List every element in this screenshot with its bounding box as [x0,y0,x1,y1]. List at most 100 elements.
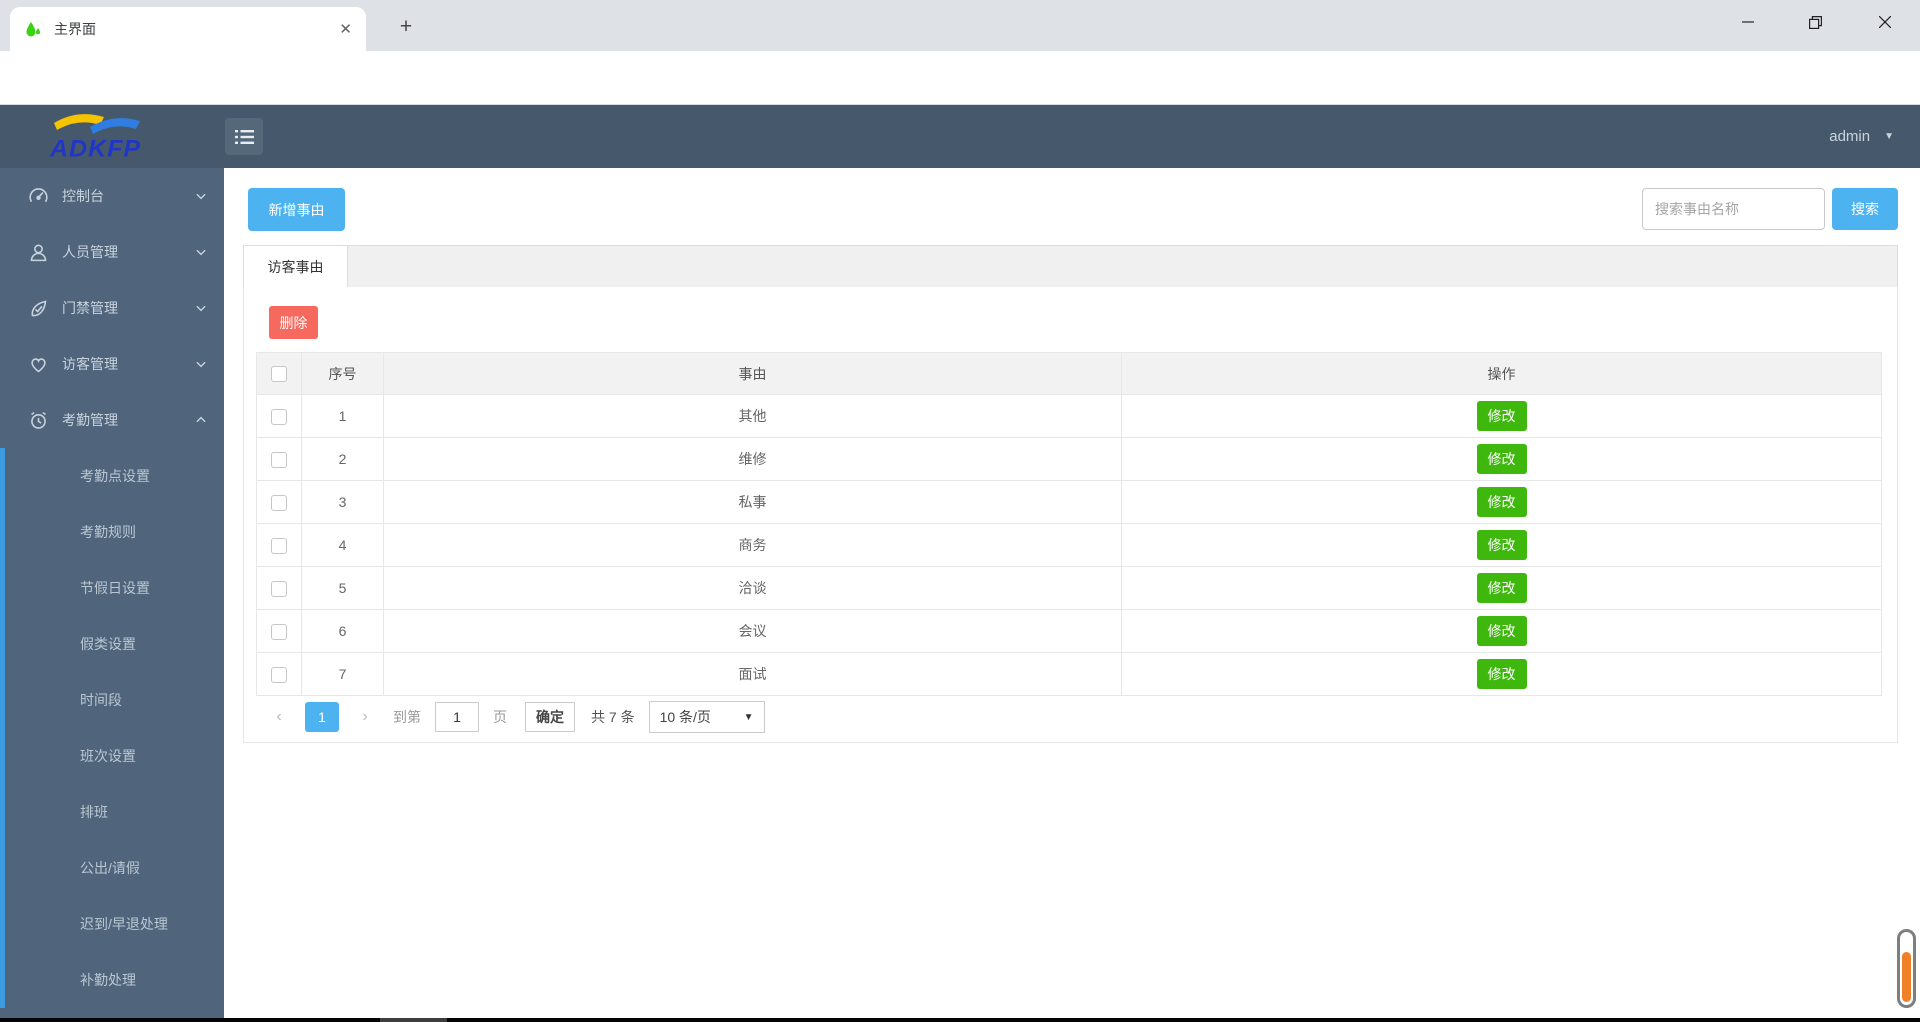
row-no: 5 [301,566,384,610]
row-no: 7 [301,652,384,696]
window-close-button[interactable] [1862,0,1908,44]
row-no: 1 [301,394,384,438]
scrollbar-widget[interactable] [1897,929,1916,1008]
screen-bottom-edge [0,1018,1920,1022]
submenu-item-makeup-handling[interactable]: 补勤处理 [0,952,224,1008]
row-checkbox[interactable] [271,451,287,468]
column-header-action: 操作 [1121,352,1882,395]
submenu-item-late-early-handling[interactable]: 迟到/早退处理 [0,896,224,952]
sidebar-item-console[interactable]: 控制台 [0,168,224,224]
sidebar-item-access-control[interactable]: 门禁管理 [0,280,224,336]
search-input[interactable] [1642,188,1825,230]
chevron-up-icon [196,416,206,423]
search-button[interactable]: 搜索 [1832,188,1898,230]
row-reason: 面试 [383,652,1122,696]
chevron-down-icon [196,305,206,312]
table-row: 3 私事 修改 [256,480,1882,524]
row-checkbox[interactable] [271,537,287,554]
tab-title: 主界面 [54,21,96,37]
submenu-item-leave-types[interactable]: 假类设置 [0,616,224,672]
row-no: 3 [301,480,384,524]
sidebar-item-personnel[interactable]: 人员管理 [0,224,224,280]
row-checkbox[interactable] [271,494,287,511]
table-row: 5 洽谈 修改 [256,566,1882,610]
table-row: 7 面试 修改 [256,652,1882,696]
row-no: 2 [301,437,384,481]
select-all-checkbox[interactable] [271,366,287,383]
prev-page-icon[interactable]: ‹ [269,708,289,726]
edit-button[interactable]: 修改 [1476,573,1527,603]
scrollbar-thumb[interactable] [1902,952,1911,1002]
new-tab-button[interactable]: + [392,13,420,41]
row-reason: 维修 [383,437,1122,481]
current-page-button[interactable]: 1 [305,702,339,732]
sidebar-item-label: 考勤管理 [62,412,118,428]
submenu-item-holiday-settings[interactable]: 节假日设置 [0,560,224,616]
edit-button[interactable]: 修改 [1476,659,1527,689]
row-reason: 其他 [383,394,1122,438]
dashboard-icon [27,185,49,207]
edit-button[interactable]: 修改 [1476,616,1527,646]
select-arrow-icon: ▼ [743,711,754,723]
table-row: 2 维修 修改 [256,437,1882,481]
row-checkbox[interactable] [271,666,287,683]
page-number-input[interactable] [435,702,479,732]
browser-tab[interactable]: 主界面 ✕ [10,7,366,51]
browser-tab-strip: 主界面 ✕ + [0,0,1920,51]
delete-button[interactable]: 删除 [269,306,318,339]
chevron-down-icon [196,361,206,368]
add-reason-button[interactable]: 新增事由 [248,188,345,231]
edit-button[interactable]: 修改 [1476,530,1527,560]
username: admin [1829,128,1871,145]
edit-button[interactable]: 修改 [1476,487,1527,517]
visitor-reason-panel: 删除 序号 事由 操作 1 其他 修改 2 维修 修改 3 私事 修改 4 商务… [243,287,1898,743]
submenu-item-scheduling[interactable]: 排班 [0,784,224,840]
chevron-down-icon [196,193,206,200]
tab-close-icon[interactable]: ✕ [339,20,352,38]
row-reason: 商务 [383,523,1122,567]
row-reason: 会议 [383,609,1122,653]
access-check-icon [27,297,49,319]
page-size-select[interactable]: 10 条/页 ▼ [648,701,765,733]
window-restore-button[interactable] [1792,0,1838,44]
goto-page-label: 到第 [393,709,421,725]
next-page-icon[interactable]: › [355,708,375,726]
main-content: 新增事由 搜索 访客事由 删除 序号 事由 操作 1 其他 修改 [224,168,1920,1018]
row-reason: 洽谈 [383,566,1122,610]
edit-button[interactable]: 修改 [1476,444,1527,474]
pagination: ‹ 1 › 到第 页 确定 共 7 条 10 条/页 ▼ [269,701,765,733]
edit-button[interactable]: 修改 [1476,401,1527,431]
sidebar-item-visitor[interactable]: 访客管理 [0,336,224,392]
submenu-item-time-periods[interactable]: 时间段 [0,672,224,728]
page-unit-label: 页 [493,709,507,725]
row-no: 6 [301,609,384,653]
content-tab-strip: 访客事由 [243,245,1898,288]
sidebar-toggle-button[interactable] [225,118,263,155]
browser-url-bar: ← → ⟳ 不安全 | 47.103.9.22:8069/index/toInd… [0,51,1920,148]
attendance-submenu: 考勤点设置 考勤规则 节假日设置 假类设置 时间段 班次设置 排班 公出/请假 … [0,448,224,1008]
table-row: 4 商务 修改 [256,523,1882,567]
sidebar-item-label: 访客管理 [62,356,118,372]
row-checkbox[interactable] [271,580,287,597]
tab-visitor-reason[interactable]: 访客事由 [244,246,348,288]
sidebar: 控制台 人员管理 门禁管理 访客管理 考勤管理 考勤点设置 考勤规则 节假日设置… [0,168,224,1018]
app-header: ADKFP admin ▼ [0,105,1920,168]
total-count-label: 共 7 条 [591,709,635,725]
table-row: 6 会议 修改 [256,609,1882,653]
alarm-clock-icon [27,409,49,431]
submenu-item-shift-settings[interactable]: 班次设置 [0,728,224,784]
row-checkbox[interactable] [271,623,287,640]
reason-table: 序号 事由 操作 1 其他 修改 2 维修 修改 3 私事 修改 4 商务 修改… [256,352,1882,696]
submenu-item-attendance-points[interactable]: 考勤点设置 [0,448,224,504]
sidebar-item-label: 人员管理 [62,244,118,260]
sidebar-item-attendance[interactable]: 考勤管理 [0,392,224,448]
row-checkbox[interactable] [271,408,287,425]
window-minimize-button[interactable] [1725,0,1771,44]
table-header-row: 序号 事由 操作 [256,352,1882,395]
submenu-item-attendance-rules[interactable]: 考勤规则 [0,504,224,560]
heart-icon [27,353,49,375]
confirm-page-button[interactable]: 确定 [525,702,575,732]
submenu-item-business-leave[interactable]: 公出/请假 [0,840,224,896]
user-icon [27,241,49,263]
user-menu[interactable]: admin ▼ [1829,105,1894,168]
